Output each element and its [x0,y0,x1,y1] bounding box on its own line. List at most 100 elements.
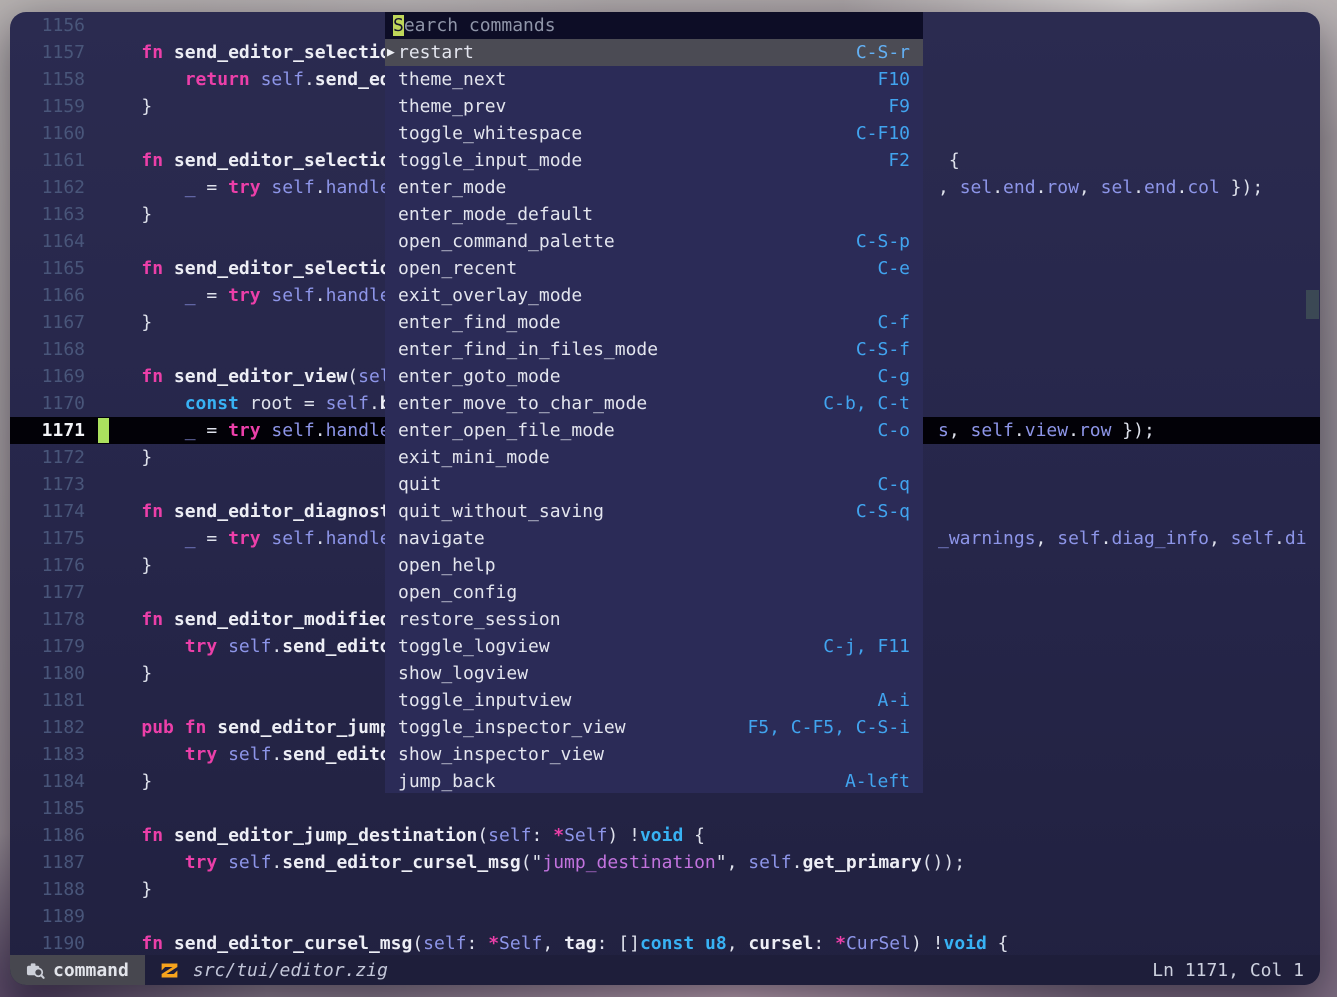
palette-item[interactable]: theme_nextF10 [385,66,923,93]
palette-item-label: exit_mini_mode [398,444,910,471]
code-token: }); [1111,420,1154,441]
palette-item[interactable]: enter_find_modeC-f [385,309,923,336]
code-token: fn [141,609,163,630]
palette-item[interactable]: navigate [385,525,923,552]
code-token: const [185,393,239,414]
palette-item[interactable]: toggle_inspector_viewF5, C-F5, C-S-i [385,714,923,741]
code-token [694,933,705,954]
palette-item[interactable]: jump_backA-left [385,768,923,793]
code-token: self [423,933,466,954]
code-token [98,609,141,630]
code-token: . [271,852,282,873]
code-token: * [835,933,846,954]
code-token: = [196,285,229,306]
mode-indicator[interactable]: command [10,955,145,985]
code-line[interactable]: 1190 fn send_editor_cursel_msg(self: *Se… [10,930,1320,955]
code-token: . [1014,420,1025,441]
palette-item[interactable]: toggle_whitespaceC-F10 [385,120,923,147]
palette-item[interactable]: open_help [385,552,923,579]
code-token: } [98,771,152,792]
code-token: fn [141,501,163,522]
code-line-text [98,903,1320,930]
palette-item-label: enter_move_to_char_mode [398,390,823,417]
palette-item[interactable]: exit_mini_mode [385,444,923,471]
palette-item[interactable]: theme_prevF9 [385,93,923,120]
code-token: root = [239,393,326,414]
code-token [98,69,185,90]
palette-item[interactable]: toggle_inputviewA-i [385,687,923,714]
palette-item[interactable]: quitC-q [385,471,923,498]
code-token: { [987,933,1009,954]
code-line[interactable]: 1185 [10,795,1320,822]
line-number: 1166 [10,282,98,309]
code-token: handle [326,177,391,198]
file-path[interactable]: src/tui/editor.zig [193,960,388,981]
code-token: try [228,528,261,549]
code-token: get_primary [802,852,921,873]
code-token [98,933,141,954]
scrollbar-thumb[interactable] [1306,290,1319,319]
code-line[interactable]: 1187 try self.send_editor_cursel_msg("ju… [10,849,1320,876]
code-token: fn [141,150,163,171]
editor-window: 11561157 fn send_editor_selectio1158 ret… [10,12,1320,985]
palette-item[interactable]: open_recentC-e [385,255,923,282]
palette-item[interactable]: exit_overlay_mode [385,282,923,309]
line-number: 1190 [10,930,98,955]
palette-item[interactable]: enter_goto_modeC-g [385,363,923,390]
palette-item[interactable]: enter_mode_default [385,201,923,228]
palette-item[interactable]: show_inspector_view [385,741,923,768]
code-token: . [369,393,380,414]
code-token: sel [960,177,993,198]
code-token [163,933,174,954]
code-token: handle [326,420,391,441]
code-token [98,717,141,738]
code-token: send_editor_cursel_msg [282,852,520,873]
palette-item[interactable]: enter_mode [385,174,923,201]
palette-item[interactable]: open_config [385,579,923,606]
zig-icon [159,960,180,981]
code-token: self [1231,528,1274,549]
palette-item[interactable]: enter_find_in_files_modeC-S-f [385,336,923,363]
code-token: const [640,933,694,954]
palette-list: ▶restartC-S-rtheme_nextF10theme_prevF9to… [385,39,923,793]
line-number: 1170 [10,390,98,417]
palette-item-keybinding: C-e [877,255,910,282]
code-line[interactable]: 1188 } [10,876,1320,903]
code-token [98,528,185,549]
mode-label: command [53,960,129,981]
line-number: 1179 [10,633,98,660]
command-palette-search-icon [26,961,45,980]
palette-item[interactable]: toggle_logviewC-j, F11 [385,633,923,660]
code-token: fn [141,825,163,846]
line-number: 1189 [10,903,98,930]
code-token: : [] [597,933,640,954]
palette-item[interactable]: toggle_input_modeF2 [385,147,923,174]
code-token: send_editor_jump_destination [174,825,477,846]
palette-search-input[interactable]: Search commands [385,12,923,39]
code-line[interactable]: 1189 [10,903,1320,930]
code-token: ( [347,366,358,387]
line-number: 1162 [10,174,98,201]
palette-item[interactable]: restore_session [385,606,923,633]
palette-item[interactable]: enter_open_file_modeC-o [385,417,923,444]
code-token: (" [521,852,543,873]
palette-item[interactable]: quit_without_savingC-S-q [385,498,923,525]
line-number: 1163 [10,201,98,228]
palette-item[interactable]: open_command_paletteC-S-p [385,228,923,255]
palette-item-keybinding: C-S-r [856,39,910,66]
code-token: . [1133,177,1144,198]
palette-item[interactable]: show_logview [385,660,923,687]
line-number: 1165 [10,255,98,282]
line-number: 1178 [10,606,98,633]
palette-item[interactable]: ▶restartC-S-r [385,39,923,66]
code-token: . [271,744,282,765]
code-token: . [1176,177,1187,198]
cursor-position[interactable]: Ln 1171, Col 1 [1152,960,1304,981]
line-number: 1174 [10,498,98,525]
palette-item[interactable]: enter_move_to_char_modeC-b, C-t [385,390,923,417]
code-token: void [943,933,986,954]
code-line[interactable]: 1186 fn send_editor_jump_destination(sel… [10,822,1320,849]
code-token: handle [326,285,391,306]
code-token [98,393,185,414]
line-number: 1168 [10,336,98,363]
